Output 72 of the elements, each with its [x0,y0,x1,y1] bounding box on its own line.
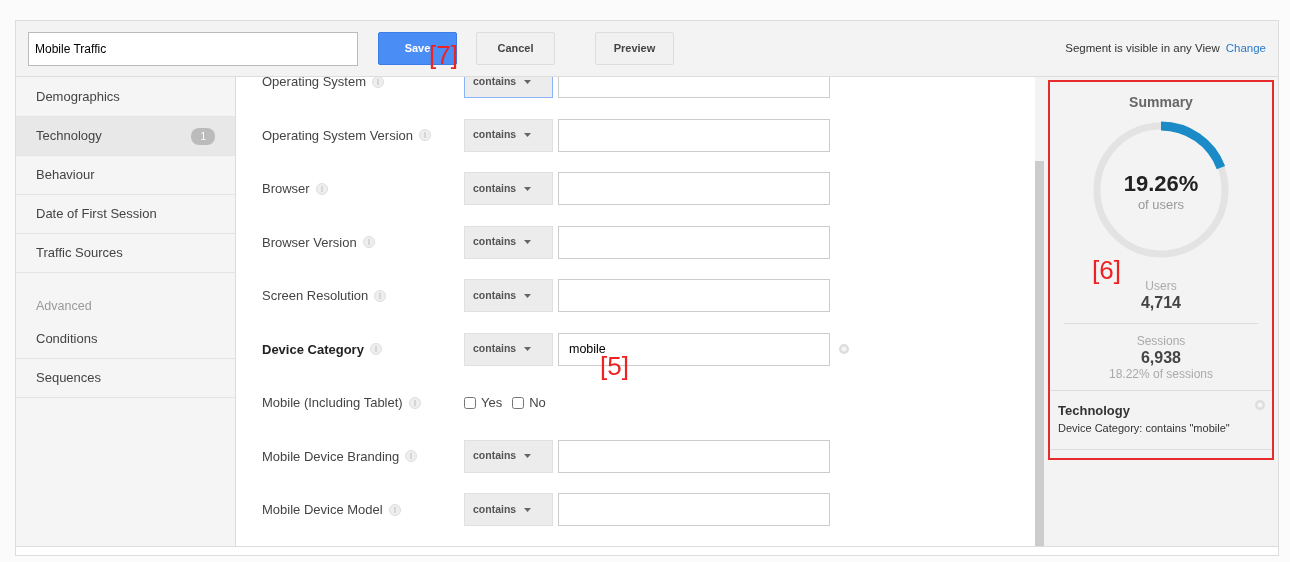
filter-text: Device Category: contains "mobile" [1058,421,1231,437]
remove-icon [838,343,850,356]
condition-label: Mobile Device Model [262,501,383,519]
caret-icon [524,507,532,512]
caret-icon [524,347,532,352]
segment-name-field[interactable]: Mobile Traffic [28,31,358,66]
checkbox-label[interactable]: Yes [481,393,503,413]
visibility-text: Segment is visible in any View [1065,40,1220,56]
value-field[interactable] [558,172,830,206]
checkbox[interactable] [464,396,476,409]
operator-dropdown[interactable]: contains [464,493,553,527]
help-icon [388,503,401,516]
value-field[interactable] [558,493,830,527]
stat-value: 6,938 [1139,347,1182,368]
help-icon [362,236,375,249]
checkbox[interactable] [512,396,525,409]
horizontal-scrollbar[interactable] [16,546,1278,555]
sidebar-item[interactable]: Traffic Sources [16,234,235,273]
value-field[interactable] [558,118,830,152]
checkbox-label[interactable]: No [529,393,546,413]
operator-dropdown[interactable]: contains [464,118,553,152]
condition-label: Mobile Device Branding [262,447,400,466]
condition-label: Browser Version [262,233,357,252]
stat-label: Sessions [1135,333,1187,348]
operator-dropdown[interactable]: contains [464,439,553,473]
scrollbar-thumb[interactable] [1035,161,1044,546]
condition-label: Browser [262,180,310,198]
operator-dropdown[interactable]: contains [464,77,553,99]
value-field[interactable] [558,279,830,313]
caret-icon [524,240,532,245]
remove-icon [1254,398,1266,411]
filter-title: Technology [1058,401,1131,420]
toolbar-button[interactable]: Preview [595,32,674,65]
help-icon [408,396,421,409]
sidebar-item[interactable]: Date of First Session [16,195,235,234]
operator-dropdown[interactable]: contains [464,332,553,366]
sidebar-item[interactable]: Sequences [16,358,235,398]
value-field[interactable] [558,439,830,473]
caret-icon [524,454,532,459]
value-field[interactable] [558,225,830,259]
sidebar-item[interactable]: Behaviour [16,156,235,195]
operator-dropdown[interactable]: contains [464,279,553,313]
sidebar-item[interactable]: Technology 1 [16,117,235,156]
percent-value: 19.26% [1122,170,1200,198]
condition-label: Mobile (Including Tablet) [262,394,403,412]
stat-label: Users [1144,279,1178,294]
section-heading: Advanced [35,298,93,315]
callout-label: [6] [1092,257,1121,283]
condition-label: Device Category [262,340,364,359]
stat-value: 4,714 [1139,293,1182,313]
summary-title: Summary [1128,93,1194,112]
help-icon [405,450,418,463]
help-icon [369,343,382,356]
caret-icon [524,79,532,84]
percent-caption: of users [1136,196,1186,214]
help-icon [374,289,387,302]
condition-label: Operating System Version [262,126,414,145]
toolbar-button[interactable]: Cancel [476,32,555,65]
condition-label: Operating System [262,77,367,91]
condition-label: Screen Resolution [262,287,369,305]
caret-icon [524,133,532,138]
stat-caption: 18.22% of sessions [1107,367,1215,382]
caret-icon [524,186,532,191]
help-icon [419,129,432,142]
count-badge: 1 [191,127,215,145]
callout-label: [7] [429,42,458,68]
help-icon [315,182,328,195]
caret-icon [524,293,532,298]
change-link[interactable]: Change [1225,39,1266,58]
sidebar-item[interactable]: Conditions [16,319,235,359]
operator-dropdown[interactable]: contains [464,225,553,259]
operator-dropdown[interactable]: contains [464,172,553,206]
